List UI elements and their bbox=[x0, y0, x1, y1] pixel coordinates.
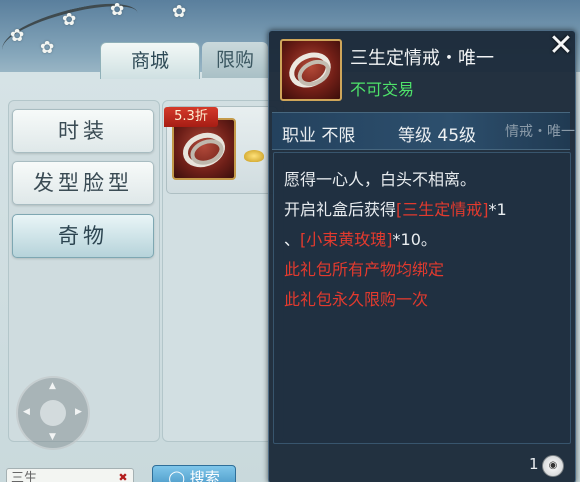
blossom-icon: ✿ bbox=[110, 0, 125, 20]
tab-limited[interactable]: 限购 bbox=[202, 42, 268, 78]
reward-item-link[interactable]: [小束黄玫瑰] bbox=[300, 230, 393, 249]
blossom-icon: ✿ bbox=[172, 2, 187, 22]
job-key: 职业 bbox=[282, 126, 316, 146]
search-button[interactable]: ◯ 搜索 bbox=[152, 465, 236, 482]
joystick-down-mark: ▼ bbox=[49, 432, 56, 442]
level-label: 等级 45级 bbox=[398, 121, 476, 146]
level-value: 45级 bbox=[437, 126, 477, 146]
joystick-right-mark: ▶ bbox=[75, 407, 82, 417]
gold-ingot-icon bbox=[244, 150, 264, 162]
coin-icon: ◉ bbox=[542, 455, 564, 477]
job-value: 不限 bbox=[321, 126, 356, 146]
binding-note: 此礼包所有产物均绑定 bbox=[284, 260, 445, 279]
description-line: 愿得一心人，白头不相离。 bbox=[284, 170, 477, 189]
blossom-icon: ✿ bbox=[10, 26, 25, 46]
level-key: 等级 bbox=[398, 126, 432, 146]
search-button-label: 搜索 bbox=[189, 469, 220, 482]
purchase-limit-note: 此礼包永久限购一次 bbox=[284, 290, 429, 309]
category-hair-face-button[interactable]: 发型脸型 bbox=[12, 161, 154, 205]
owned-count: 1 bbox=[529, 455, 539, 473]
description-line: 、[小束黄玫瑰]*10。 bbox=[284, 226, 437, 250]
reward-item-link[interactable]: [三生定情戒] bbox=[396, 200, 489, 219]
description-line: 开启礼盒后获得[三生定情戒]*1 bbox=[284, 196, 507, 220]
discount-badge: 5.3折 bbox=[164, 107, 218, 127]
virtual-joystick[interactable]: ▲ ▼ ◀ ▶ bbox=[16, 376, 90, 450]
reward-separator: 、 bbox=[284, 230, 301, 249]
background-item-title: 情戒・唯一 bbox=[505, 124, 575, 140]
reward-quantity: *1 bbox=[488, 200, 507, 219]
category-rare-items-button[interactable]: 奇物 bbox=[12, 214, 154, 258]
category-fashion-button[interactable]: 时装 bbox=[12, 109, 154, 153]
job-label: 职业 不限 bbox=[282, 121, 355, 146]
search-icon: ◯ bbox=[168, 469, 185, 482]
clear-icon[interactable]: ✖ bbox=[114, 470, 132, 482]
tooltip-subtitle: 不可交易 bbox=[350, 80, 415, 99]
ring-gift-icon bbox=[280, 39, 342, 101]
reward-quantity: *10。 bbox=[392, 230, 437, 249]
tab-shop[interactable]: 商城 bbox=[100, 42, 200, 79]
ring-gift-thumbnail[interactable] bbox=[172, 118, 236, 180]
tooltip-title: 三生定情戒・唯一 bbox=[350, 48, 494, 69]
joystick-up-mark: ▲ bbox=[49, 381, 56, 391]
reward-prefix: 开启礼盒后获得 bbox=[284, 200, 397, 219]
blossom-icon: ✿ bbox=[40, 38, 55, 58]
joystick-left-mark: ◀ bbox=[23, 407, 30, 417]
blossom-icon: ✿ bbox=[62, 10, 77, 30]
close-icon[interactable]: ✕ bbox=[543, 28, 579, 64]
joystick-knob[interactable] bbox=[40, 400, 66, 426]
